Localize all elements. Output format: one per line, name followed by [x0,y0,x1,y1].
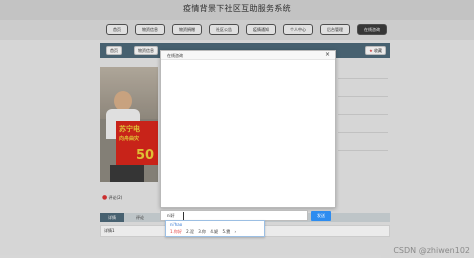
ime-candidates: 1.你好 2.泥 3.你 4.妮 5.霓 › [170,229,239,235]
ime-candidate[interactable]: 3.你 [198,229,206,234]
ime-candidate[interactable]: 1.你好 [170,229,182,234]
ime-composition: ni'hao [170,222,183,227]
modal-header: 在线咨询 × [161,51,335,60]
ime-candidate-window: ni'hao 1.你好 2.泥 3.你 4.妮 5.霓 › [165,220,265,237]
chevron-right-icon[interactable]: › [235,229,237,234]
close-icon[interactable]: × [325,51,330,59]
send-button[interactable]: 发送 [311,211,331,221]
ime-candidate[interactable]: 2.泥 [186,229,194,234]
ime-candidate[interactable]: 4.妮 [210,229,218,234]
ime-candidate[interactable]: 5.霓 [222,229,230,234]
watermark: CSDN @zhiwen102 [393,246,470,255]
text-caret [183,212,184,220]
modal-title: 在线咨询 [167,53,183,58]
chat-input-value: ni好 [167,213,175,218]
consult-modal: 在线咨询 × [160,50,336,208]
